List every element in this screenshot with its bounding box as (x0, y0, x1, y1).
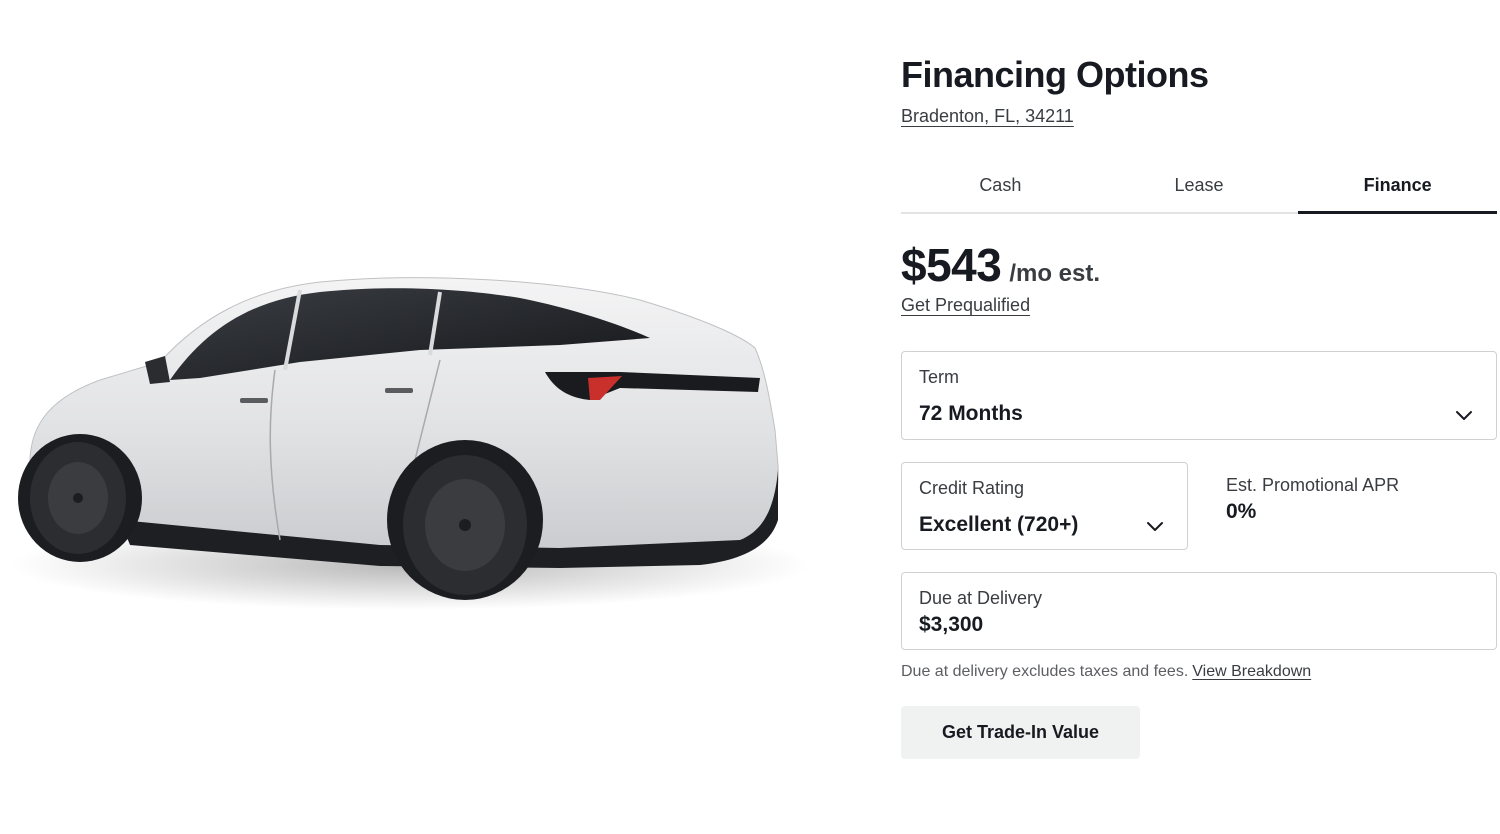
due-note-text: Due at delivery excludes taxes and fees. (901, 663, 1189, 680)
get-prequalified-link[interactable]: Get Prequalified (901, 295, 1030, 316)
monthly-payment-suffix: /mo est. (1009, 260, 1101, 287)
due-at-delivery-label: Due at Delivery (919, 588, 1043, 608)
location-link[interactable]: Bradenton, FL, 34211 (901, 106, 1074, 127)
view-breakdown-link[interactable]: View Breakdown (1192, 663, 1311, 680)
tab-cash[interactable]: Cash (901, 160, 1100, 212)
due-at-delivery-value: $3,300 (919, 613, 984, 636)
credit-rating-select[interactable]: Credit Rating Excellent (720+) (901, 462, 1188, 550)
credit-rating-value: Excellent (720+) (919, 513, 1079, 536)
payment-type-tabs: Cash Lease Finance (901, 160, 1497, 214)
tab-finance[interactable]: Finance (1298, 160, 1497, 214)
credit-rating-label: Credit Rating (919, 478, 1025, 498)
apr-value: 0% (1226, 500, 1257, 523)
get-trade-in-value-button[interactable]: Get Trade-In Value (901, 706, 1140, 759)
due-note: Due at delivery excludes taxes and fees.… (901, 663, 1311, 681)
term-value: 72 Months (919, 402, 1023, 425)
car-illustration (10, 277, 810, 610)
vehicle-image (0, 0, 860, 834)
term-label: Term (919, 367, 959, 387)
apr-label: Est. Promotional APR (1226, 475, 1400, 495)
term-select[interactable]: Term 72 Months (901, 351, 1497, 440)
chevron-down-icon (1147, 522, 1163, 531)
chevron-down-icon (1456, 411, 1472, 420)
monthly-payment: $543 /mo est. (901, 238, 1100, 292)
due-at-delivery-field: Due at Delivery $3,300 (901, 572, 1497, 650)
page-title: Financing Options (901, 54, 1209, 95)
financing-panel: Financing Options Bradenton, FL, 34211 C… (901, 0, 1497, 834)
tab-lease[interactable]: Lease (1100, 160, 1299, 212)
monthly-payment-amount: $543 (901, 239, 1002, 291)
